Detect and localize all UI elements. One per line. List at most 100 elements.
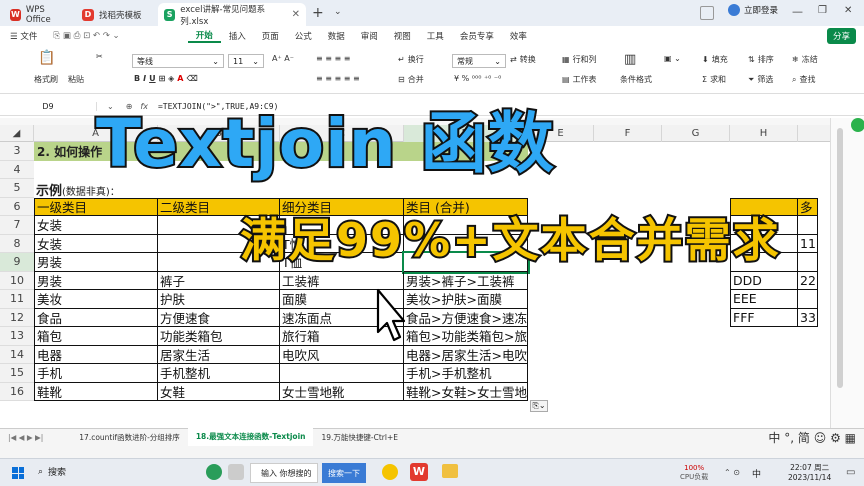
table-cell[interactable]: 电吹风 — [280, 345, 404, 364]
minimize-icon[interactable]: — — [792, 5, 803, 18]
share-button[interactable]: 分享 — [826, 28, 856, 44]
table-cell[interactable]: 箱包>功能类箱包>旅行箱 — [404, 327, 528, 346]
restore-icon[interactable]: ❐ — [818, 5, 827, 16]
menu-tools[interactable]: 工具 — [419, 30, 452, 42]
font-style-buttons[interactable]: B I U ⊞ ◈ A ⌫ — [134, 74, 198, 83]
table-cell[interactable] — [280, 364, 404, 383]
align-top-icons[interactable]: ≡ ≡ ≡ ≡ — [316, 54, 350, 63]
font-name-select[interactable]: 等线 ⌄ — [132, 54, 224, 68]
status-ime[interactable]: 中 °, 简 ☺ ⚙ ▦ — [760, 429, 864, 447]
table-cell[interactable]: 男装>裤子>工装裤 — [404, 271, 528, 290]
table-cell[interactable]: 女士雪地靴 — [280, 382, 404, 401]
table-cell[interactable]: 女鞋 — [158, 382, 280, 401]
align-bottom-icons[interactable]: ≡ ≡ ≡ ≡ ≡ — [316, 74, 360, 83]
quick-access-icons[interactable]: ⎘ ▣ ⎙ ⊡ ↶ ↷ ⌄ — [45, 31, 127, 41]
menu-formula[interactable]: 公式 — [287, 30, 320, 42]
sheet-tab[interactable]: 19.万能快捷键-Ctrl+E — [313, 429, 406, 447]
table-cell[interactable]: 食品 — [34, 308, 158, 327]
row-header[interactable]: 6 — [0, 197, 34, 216]
table-cell[interactable]: 居家生活 — [158, 345, 280, 364]
row-header[interactable]: 11 — [0, 290, 34, 309]
table-header-cell[interactable]: 一级类目 — [34, 197, 158, 216]
row-header[interactable]: 4 — [0, 160, 34, 179]
row-header[interactable]: 3 — [0, 142, 34, 161]
folder-icon[interactable] — [442, 464, 458, 478]
clock[interactable]: 22:07 周二 2023/11/14 — [788, 463, 831, 483]
menu-vip[interactable]: 会员专享 — [452, 30, 502, 42]
taskbar-search[interactable]: ⌕ 搜索 — [38, 465, 66, 479]
table-cell[interactable]: 手机>手机整机 — [404, 364, 528, 383]
worksheet-button[interactable]: ▤ 工作表 — [562, 74, 597, 85]
filter-button[interactable]: ⏷ 筛选 — [748, 74, 773, 85]
row-header[interactable]: 14 — [0, 345, 34, 364]
menu-page[interactable]: 页面 — [254, 30, 287, 42]
number-format-select[interactable]: 常规 ⌄ — [452, 54, 506, 68]
tray-icons[interactable]: ⌃ ⊙ — [724, 468, 740, 477]
side-table-cell[interactable]: 22 — [798, 271, 818, 290]
sum-button[interactable]: Σ 求和 — [702, 74, 726, 85]
tab-wps-office[interactable]: W WPS Office — [4, 3, 74, 26]
menu-insert[interactable]: 插入 — [221, 30, 254, 42]
table-cell[interactable]: 鞋靴 — [34, 382, 158, 401]
cond-format-icon[interactable]: ▥ — [624, 52, 636, 67]
number-buttons[interactable]: ¥ % ⁰⁰⁰ ⁺⁰ ⁻⁰ — [454, 74, 501, 83]
side-table-cell[interactable]: 33 — [798, 308, 818, 327]
vertical-scrollbar[interactable] — [837, 128, 843, 388]
browser-icon[interactable] — [382, 464, 398, 480]
taskbar-ime[interactable]: 中 — [752, 467, 761, 480]
table-cell[interactable]: 女装 — [34, 234, 158, 253]
convert-button[interactable]: ⇄ 转换 — [510, 54, 536, 65]
row-header[interactable]: 13 — [0, 327, 34, 346]
side-table-cell[interactable]: EEE — [730, 290, 798, 309]
menu-review[interactable]: 审阅 — [353, 30, 386, 42]
side-table-cell[interactable]: DDD — [730, 271, 798, 290]
sort-button[interactable]: ⇅ 排序 — [748, 54, 774, 65]
sheet-grid[interactable]: 3 4 5 6 7 8 9 10 11 12 13 14 15 16 2. 如何… — [0, 142, 830, 428]
app-icon[interactable] — [228, 464, 244, 480]
format-painter-button[interactable]: 格式刷 — [34, 74, 58, 85]
side-table-cell[interactable]: FFF — [730, 308, 798, 327]
row-header[interactable]: 8 — [0, 234, 34, 253]
layout-icon[interactable] — [700, 6, 714, 20]
row-header[interactable]: 7 — [0, 216, 34, 235]
paste-options-icon[interactable]: ⎘⌄ — [530, 400, 548, 412]
table-cell[interactable]: 美妆 — [34, 290, 158, 309]
menu-start[interactable]: 开始 — [187, 29, 221, 43]
menu-efficiency[interactable]: 效率 — [502, 30, 535, 42]
row-header[interactable]: 16 — [0, 382, 34, 401]
fill-button[interactable]: ⬇ 填充 — [702, 54, 728, 65]
paste-button[interactable]: 粘贴 — [68, 74, 84, 85]
menu-file[interactable]: ☰ 文件 — [0, 30, 45, 42]
col-header-h[interactable]: H — [730, 125, 798, 142]
chevron-down-icon[interactable]: ⌄ — [334, 7, 342, 17]
table-cell[interactable]: 男装 — [34, 271, 158, 290]
wrap-button[interactable]: ↵ 换行 — [398, 54, 424, 65]
table-cell[interactable]: 美妆>护肤>面膜 — [404, 290, 528, 309]
table-cell[interactable]: 男装 — [34, 253, 158, 272]
freeze-button[interactable]: ❄ 冻结 — [792, 54, 818, 65]
font-grow-icon[interactable]: A⁺ A⁻ — [272, 54, 294, 63]
select-all-corner[interactable]: ◢ — [0, 125, 34, 142]
new-tab-button[interactable]: + — [312, 5, 324, 21]
cut-icon[interactable]: ✂ — [96, 52, 103, 61]
sheet-tab-active[interactable]: 18.最强文本连接函数-Textjoin — [187, 427, 314, 448]
table-cell[interactable]: 女装 — [34, 216, 158, 235]
windows-start-icon[interactable] — [12, 467, 24, 479]
wps-icon[interactable]: W — [410, 463, 428, 481]
notification-icon[interactable]: ▭ — [846, 467, 855, 478]
menu-view[interactable]: 视图 — [386, 30, 419, 42]
side-header-cell[interactable]: 多 — [798, 197, 818, 216]
search-input[interactable]: 输入 你想搜的 — [250, 463, 318, 483]
side-table-cell[interactable] — [798, 216, 818, 235]
col-header-g[interactable]: G — [662, 125, 730, 142]
merge-button[interactable]: ⊟ 合并 — [398, 74, 424, 85]
sheet-tab[interactable]: 17.countif函数进阶-分组排序 — [71, 429, 188, 447]
cond-format-button[interactable]: 条件格式 — [620, 74, 652, 85]
row-header[interactable]: 15 — [0, 364, 34, 383]
table-cell[interactable]: 功能类箱包 — [158, 327, 280, 346]
table-cell[interactable]: 电器 — [34, 345, 158, 364]
sheet-nav-arrows[interactable]: |◀ ◀ ▶ ▶| — [0, 429, 51, 447]
row-header[interactable]: 10 — [0, 271, 34, 290]
rows-cols-button[interactable]: ▦ 行和列 — [562, 54, 597, 65]
tab-excel-file[interactable]: S excel讲解-常见问题系列.xlsx ✕ — [158, 3, 306, 27]
